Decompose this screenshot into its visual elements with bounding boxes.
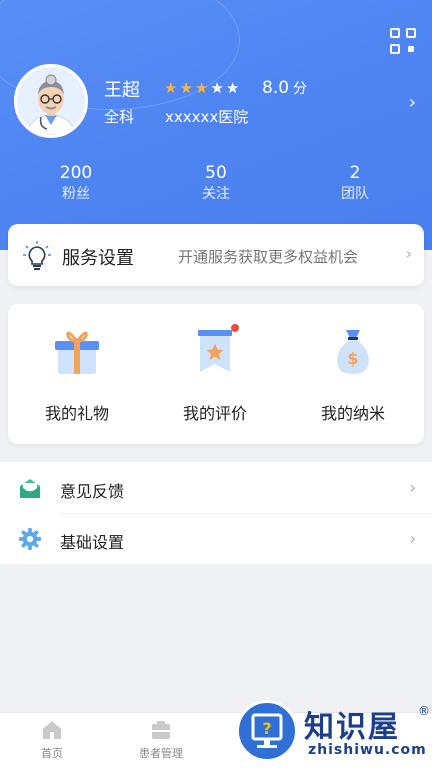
grid-label: 我的纳米 xyxy=(320,404,385,423)
gift-icon xyxy=(55,331,99,374)
money-bag-icon: $ xyxy=(337,330,369,374)
list-item-label: 意见反馈 xyxy=(60,482,125,501)
patient-folder-icon xyxy=(152,721,170,739)
stat-label: 团队 xyxy=(341,186,369,202)
star-empty-icon: ★ xyxy=(225,79,240,97)
stat-label: 关注 xyxy=(202,186,230,202)
doctor-avatar-icon xyxy=(17,67,85,135)
score-value: 8.0 xyxy=(262,78,290,98)
home-icon xyxy=(43,721,61,739)
watermark-logo-icon: ? xyxy=(236,700,298,762)
stat-value: 200 xyxy=(59,163,93,183)
tab-patient-management[interactable]: 患者管理 xyxy=(121,719,201,761)
star-filled-icon: ★ xyxy=(164,79,178,97)
chevron-right-icon: › xyxy=(405,244,412,263)
stat-following[interactable]: 50 关注 xyxy=(166,163,266,205)
profile-chevron-icon[interactable]: › xyxy=(409,92,416,113)
grid-label: 我的礼物 xyxy=(44,404,109,423)
settings-list: 意见反馈 › 基础设置 › xyxy=(0,462,432,564)
tab-label: 患者管理 xyxy=(139,747,183,760)
feedback-envelope-icon xyxy=(20,479,40,498)
rating-stars: ★ ★ ★ ★ ★ xyxy=(164,79,239,97)
qr-code-icon[interactable] xyxy=(390,28,416,54)
watermark-text: 知识屋 xyxy=(304,710,400,745)
my-items-grid: 我的礼物 我的评价 $ 我的纳米 xyxy=(8,304,424,444)
stat-label: 粉丝 xyxy=(62,186,90,202)
hospital-name: xxxxxx医院 xyxy=(165,108,249,126)
stat-value: 2 xyxy=(349,163,361,183)
profile-header: 王超 ★ ★ ★ ★ ★ 8.0 分 全科 xxxxxx医院 › 200 粉丝 50 关注… xyxy=(0,0,432,250)
grid-label: 我的评价 xyxy=(182,404,247,423)
list-item-basic-settings[interactable]: 基础设置 › xyxy=(0,514,432,564)
grid-item-nano[interactable]: $ 我的纳米 xyxy=(284,324,422,434)
list-item-label: 基础设置 xyxy=(60,533,125,552)
doctor-name: 王超 xyxy=(104,80,140,101)
list-item-feedback[interactable]: 意见反馈 › xyxy=(0,463,432,514)
gear-icon xyxy=(19,528,41,550)
service-settings-description: 开通服务获取更多权益机会 xyxy=(178,248,359,266)
lightbulb-icon xyxy=(23,241,51,270)
department: 全科 xyxy=(104,108,135,126)
watermark-url: zhishiwu.com xyxy=(308,742,427,758)
svg-text:$: $ xyxy=(347,349,358,368)
star-filled-icon: ★ xyxy=(179,79,193,97)
grid-item-gift[interactable]: 我的礼物 xyxy=(8,324,146,434)
star-empty-icon: ★ xyxy=(210,79,224,97)
svg-text:?: ? xyxy=(262,719,271,738)
tab-label: 首页 xyxy=(41,747,63,760)
star-filled-icon: ★ xyxy=(194,79,209,97)
rating-score: 8.0 分 xyxy=(262,78,307,98)
stat-value: 50 xyxy=(205,163,227,183)
service-settings-card[interactable]: 服务设置 开通服务获取更多权益机会 › xyxy=(8,224,424,286)
avatar[interactable] xyxy=(14,64,88,138)
grid-item-evaluation[interactable]: 我的评价 xyxy=(146,324,284,434)
tab-home[interactable]: 首页 xyxy=(12,719,92,761)
registered-mark: ® xyxy=(418,704,430,718)
chevron-right-icon: › xyxy=(409,529,416,548)
site-watermark: ? 知识屋 zhishiwu.com ® xyxy=(236,700,432,768)
score-unit: 分 xyxy=(293,81,308,97)
service-settings-title: 服务设置 xyxy=(62,248,134,269)
stat-team[interactable]: 2 团队 xyxy=(305,163,405,205)
chevron-right-icon: › xyxy=(409,478,416,497)
stat-fans[interactable]: 200 粉丝 xyxy=(26,163,126,205)
evaluation-badge-icon xyxy=(198,324,239,372)
